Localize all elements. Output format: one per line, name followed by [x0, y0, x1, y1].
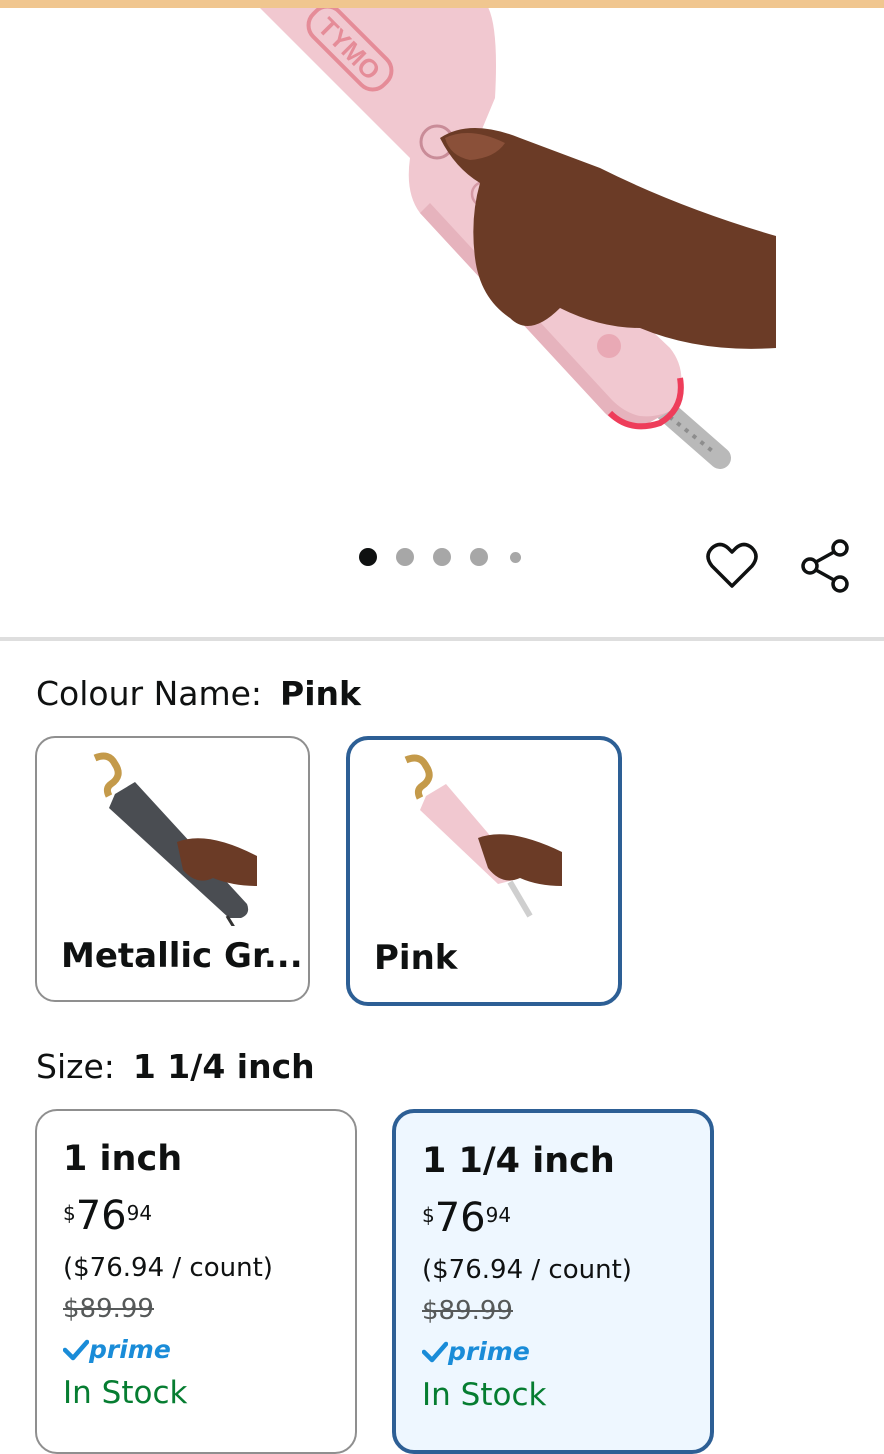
size-option-title: 1 inch	[63, 1139, 183, 1179]
size-option-1-1-4-inch[interactable]: 1 1/4 inch $76 94 ($76.94 / count) $89.99…	[392, 1109, 714, 1454]
pager-dot[interactable]	[396, 548, 414, 566]
colour-label: Colour Name:	[36, 674, 263, 713]
pager-dot[interactable]	[470, 548, 488, 566]
size-row: Size: 1 1/4 inch	[36, 1047, 315, 1086]
size-option-price: $76 94	[422, 1195, 512, 1241]
colour-option-label: Pink	[374, 938, 458, 978]
checkmark-icon	[422, 1341, 448, 1362]
colour-name-row: Colour Name: Pink	[36, 674, 361, 713]
top-accent-strip	[0, 0, 884, 8]
size-option-unit-price: ($76.94 / count)	[422, 1255, 632, 1285]
heart-icon	[706, 542, 758, 588]
section-divider	[0, 637, 884, 641]
checkmark-icon	[63, 1339, 89, 1360]
pager-dot[interactable]	[510, 552, 521, 563]
add-to-wishlist-button[interactable]	[704, 538, 760, 594]
prime-badge: prime	[422, 1337, 530, 1366]
colour-option-label: Metallic Gr...	[61, 936, 303, 976]
size-option-title: 1 1/4 inch	[422, 1141, 615, 1181]
size-option-unit-price: ($76.94 / count)	[63, 1253, 273, 1283]
stock-status: In Stock	[422, 1377, 547, 1413]
stock-status: In Stock	[63, 1375, 188, 1411]
product-image-gallery[interactable]: TYMO	[0, 8, 884, 638]
pink-thumbnail	[404, 754, 562, 918]
colour-selected-value: Pink	[280, 674, 361, 713]
share-button[interactable]	[796, 536, 856, 596]
size-label: Size:	[36, 1047, 115, 1086]
metallic-grey-thumbnail	[93, 752, 257, 926]
size-option-was-price: $89.99	[63, 1294, 154, 1324]
size-option-price: $76 94	[63, 1193, 153, 1239]
share-icon	[801, 539, 849, 593]
size-option-1-inch[interactable]: 1 inch $76 94 ($76.94 / count) $89.99 pri…	[35, 1109, 357, 1454]
size-selected-value: 1 1/4 inch	[132, 1047, 315, 1086]
colour-option-pink[interactable]: Pink	[346, 736, 622, 1006]
colour-option-metallic-grey[interactable]: Metallic Gr...	[35, 736, 310, 1002]
pager-dot[interactable]	[433, 548, 451, 566]
size-option-was-price: $89.99	[422, 1296, 513, 1326]
prime-badge: prime	[63, 1335, 171, 1364]
pager-dot-active[interactable]	[359, 548, 377, 566]
